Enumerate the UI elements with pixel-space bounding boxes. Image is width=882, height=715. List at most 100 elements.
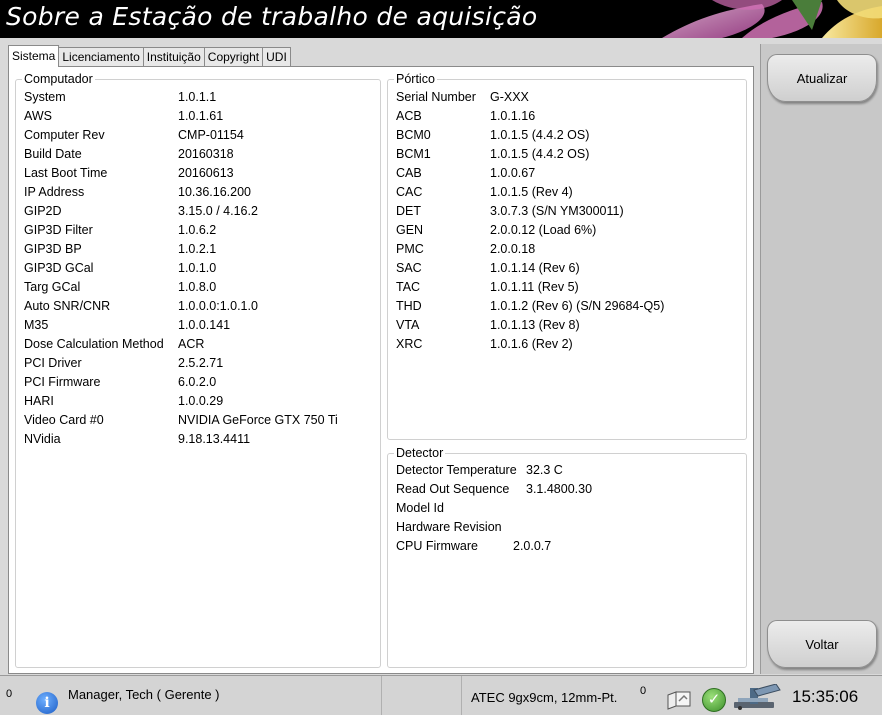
portico-key: BCM1 — [396, 147, 431, 161]
tab-sistema[interactable]: Sistema — [8, 45, 60, 67]
computador-key: AWS — [24, 109, 53, 123]
computador-key: GIP3D Filter — [24, 223, 93, 237]
portico-value: 1.0.1.2 (Rev 6) (S/N 29684-Q5) — [490, 299, 665, 313]
left-count: 0 — [6, 688, 13, 700]
computador-value: 2.5.2.71 — [178, 356, 224, 370]
detector-key: Detector Temperature — [396, 463, 517, 477]
user-cell[interactable]: 0 i Manager, Tech ( Gerente ) — [0, 676, 382, 715]
portico-value: 1.0.1.13 (Rev 8) — [490, 318, 580, 332]
computador-group: Computador System 1.0.1.1 AWS 1.0.1.61 Compu… — [15, 72, 381, 668]
computador-value: 10.36.16.200 — [178, 185, 251, 199]
check-icon[interactable]: ✓ — [702, 688, 726, 712]
portico-value: G-XXX — [490, 90, 529, 104]
back-button[interactable]: Voltar — [767, 620, 877, 668]
portico-value: 1.0.1.6 (Rev 2) — [490, 337, 573, 351]
action-side-panel: Atualizar Voltar — [760, 44, 882, 674]
computador-key: Dose Calculation Method — [24, 337, 164, 351]
portico-value: 1.0.1.5 (Rev 4) — [490, 185, 573, 199]
status-bar: 0 i Manager, Tech ( Gerente ) ATEC 9gx9c… — [0, 675, 882, 715]
computador-value: 1.0.1.0 — [178, 261, 217, 275]
computador-key: IP Address — [24, 185, 85, 199]
computador-value: 1.0.1.61 — [178, 109, 224, 123]
detector-value: 32.3 C — [526, 463, 563, 477]
window-title: Sobre a Estação de trabalho de aquisição — [6, 2, 538, 31]
portico-value: 1.0.1.16 — [490, 109, 536, 123]
portico-value: 1.0.1.11 (Rev 5) — [490, 280, 579, 294]
computador-key: GIP3D BP — [24, 242, 82, 256]
tab-udi[interactable]: UDI — [262, 47, 291, 67]
tab-licenciamento[interactable]: Licenciamento — [58, 47, 144, 67]
portico-value: 2.0.0.18 — [490, 242, 536, 256]
computador-value: 1.0.8.0 — [178, 280, 217, 294]
detector-legend: Detector — [394, 446, 446, 460]
computador-legend: Computador — [22, 72, 95, 86]
computador-value: 20160613 — [178, 166, 234, 180]
computador-value: 1.0.2.1 — [178, 242, 217, 256]
computador-key: Video Card #0 — [24, 413, 104, 427]
portico-key: DET — [396, 204, 421, 218]
detector-value: 3.1.4800.30 — [526, 482, 593, 496]
computador-key: GIP3D GCal — [24, 261, 94, 275]
portico-key: TAC — [396, 280, 421, 294]
computador-value: 1.0.0.0:1.0.1.0 — [178, 299, 258, 313]
empty-status-cell — [382, 676, 462, 715]
portico-key: ACB — [396, 109, 422, 123]
tray-icon[interactable] — [665, 689, 693, 711]
computador-value: 1.0.0.29 — [178, 394, 224, 408]
computador-value: 20160318 — [178, 147, 234, 161]
system-info-panel: Computador System 1.0.1.1 AWS 1.0.1.61 Compu… — [8, 66, 754, 674]
computador-value: CMP-01154 — [178, 128, 244, 142]
computador-value: 1.0.0.141 — [178, 318, 231, 332]
computador-value: 1.0.1.1 — [178, 90, 217, 104]
computador-key: HARI — [24, 394, 54, 408]
computador-key: Auto SNR/CNR — [24, 299, 111, 313]
tab-instituicao[interactable]: Instituição — [142, 47, 205, 67]
detector-group: Detector Detector Temperature 32.3 C Read … — [387, 446, 747, 668]
computador-key: Build Date — [24, 147, 82, 161]
portico-value: 1.0.1.5 (4.4.2 OS) — [490, 147, 590, 161]
detector-key: Read Out Sequence — [396, 482, 510, 496]
info-icon[interactable]: i — [36, 692, 58, 714]
detector-key: CPU Firmware — [396, 539, 478, 553]
portico-key: GEN — [396, 223, 424, 237]
portico-key: CAC — [396, 185, 423, 199]
portico-key: XRC — [396, 337, 423, 351]
portico-value: 1.0.1.5 (4.4.2 OS) — [490, 128, 590, 142]
clock: 15:35:06 — [792, 687, 859, 706]
refresh-button[interactable]: Atualizar — [767, 54, 877, 102]
computador-value: 9.18.13.4411 — [178, 432, 251, 446]
right-count: 0 — [640, 685, 647, 697]
portico-key: PMC — [396, 242, 424, 256]
detector-value: 2.0.0.7 — [513, 539, 552, 553]
portico-value: 3.0.7.3 (S/N YM300011) — [490, 204, 624, 218]
computador-key: M35 — [24, 318, 49, 332]
computador-key: Targ GCal — [24, 280, 81, 294]
portico-value: 1.0.1.14 (Rev 6) — [490, 261, 580, 275]
computador-value: ACR — [178, 337, 205, 351]
detector-key: Model Id — [396, 501, 444, 515]
portico-value: 2.0.0.12 (Load 6%) — [490, 223, 597, 237]
computador-value: 3.15.0 / 4.16.2 — [178, 204, 258, 218]
paddle-info[interactable]: ATEC 9gx9cm, 12mm-Pt. — [471, 690, 617, 705]
portico-key: THD — [396, 299, 422, 313]
tab-strip: Sistema Licenciamento Instituição Copyri… — [8, 45, 291, 67]
xray-tube-icon[interactable] — [730, 684, 782, 712]
computador-key: PCI Driver — [24, 356, 82, 370]
current-user: Manager, Tech ( Gerente ) — [68, 687, 220, 702]
computador-key: GIP2D — [24, 204, 62, 218]
tab-copyright[interactable]: Copyright — [203, 47, 264, 67]
computador-key: NVidia — [24, 432, 61, 446]
portico-group: Pórtico Serial Number G-XXX ACB 1.0.1.16 BCM… — [387, 72, 747, 440]
portico-key: BCM0 — [396, 128, 431, 142]
portico-key: VTA — [396, 318, 420, 332]
title-bar: Sobre a Estação de trabalho de aquisição — [0, 0, 882, 38]
computador-value: NVIDIA GeForce GTX 750 Ti — [178, 413, 338, 427]
computador-key: PCI Firmware — [24, 375, 101, 389]
detector-key: Hardware Revision — [396, 520, 502, 534]
portico-key: CAB — [396, 166, 422, 180]
computador-key: System — [24, 90, 66, 104]
computador-value: 1.0.6.2 — [178, 223, 217, 237]
portico-value: 1.0.0.67 — [490, 166, 536, 180]
portico-legend: Pórtico — [394, 72, 437, 86]
computador-value: 6.0.2.0 — [178, 375, 217, 389]
